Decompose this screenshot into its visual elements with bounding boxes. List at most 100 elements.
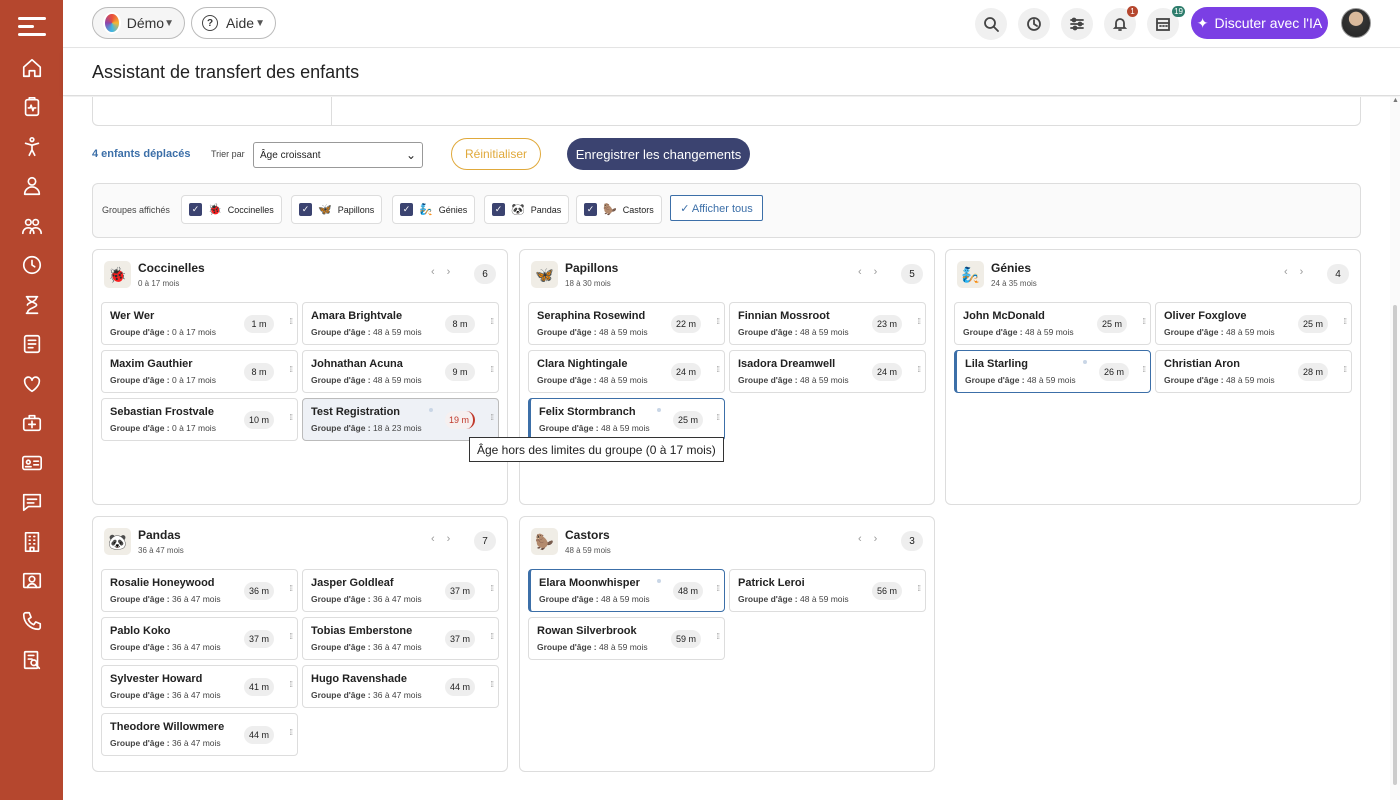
drag-handle-icon[interactable]: ⁞⁞ [1344, 365, 1348, 374]
filter-chip-pandas[interactable]: ✓ 🐼 Pandas [484, 195, 570, 224]
phone-icon[interactable] [20, 609, 44, 633]
staff-icon[interactable] [20, 174, 44, 198]
filter-chip-coccinelles[interactable]: ✓ 🐞 Coccinelles [181, 195, 282, 224]
child-card[interactable]: Amara Brightvale Groupe d'âge : 48 à 59 … [302, 302, 499, 345]
child-card[interactable]: Test Registration Groupe d'âge : 18 à 23… [302, 398, 499, 441]
drag-handle-icon[interactable]: ⁞⁞ [491, 680, 495, 689]
filter-chip-papillons[interactable]: ✓ 🦋 Papillons [291, 195, 383, 224]
help-menu[interactable]: ? Aide ▼ [191, 7, 276, 39]
drag-handle-icon[interactable]: ⁞⁞ [290, 728, 294, 737]
child-card[interactable]: Pablo Koko Groupe d'âge : 36 à 47 mois 3… [101, 617, 298, 660]
chevron-right-icon[interactable]: › [1300, 266, 1304, 278]
child-card[interactable]: Finnian Mossroot Groupe d'âge : 48 à 59 … [729, 302, 926, 345]
drag-handle-icon[interactable]: ⁞⁞ [290, 584, 294, 593]
drag-handle-icon[interactable]: ⁞⁞ [491, 632, 495, 641]
child-card[interactable]: Rowan Silverbrook Groupe d'âge : 48 à 59… [528, 617, 725, 660]
child-card[interactable]: Hugo Ravenshade Groupe d'âge : 36 à 47 m… [302, 665, 499, 708]
child-card[interactable]: Oliver Foxglove Groupe d'âge : 48 à 59 m… [1155, 302, 1352, 345]
filter-chip-genies[interactable]: ✓ 🧞 Génies [392, 195, 476, 224]
heart-icon[interactable] [20, 372, 44, 396]
child-card[interactable]: Sylvester Howard Groupe d'âge : 36 à 47 … [101, 665, 298, 708]
drag-handle-icon[interactable]: ⁞⁞ [717, 413, 721, 422]
scrollbar-thumb[interactable] [1393, 305, 1397, 785]
show-all-button[interactable]: ✓ Afficher tous [670, 195, 763, 221]
child-card[interactable]: Patrick Leroi Groupe d'âge : 48 à 59 moi… [729, 569, 926, 612]
child-card[interactable]: Lila Starling Groupe d'âge : 48 à 59 moi… [954, 350, 1151, 393]
home-icon[interactable] [20, 56, 44, 80]
child-card[interactable]: John McDonald Groupe d'âge : 48 à 59 moi… [954, 302, 1151, 345]
checklist-icon[interactable] [20, 332, 44, 356]
drag-handle-icon[interactable]: ⁞⁞ [1344, 317, 1348, 326]
child-card[interactable]: Jasper Goldleaf Groupe d'âge : 36 à 47 m… [302, 569, 499, 612]
drag-handle-icon[interactable]: ⁞⁞ [290, 680, 294, 689]
panda-icon: 🐼 [511, 204, 525, 216]
child-card[interactable]: Tobias Emberstone Groupe d'âge : 36 à 47… [302, 617, 499, 660]
history-icon[interactable] [1018, 8, 1050, 40]
save-button[interactable]: Enregistrer les changements [567, 138, 750, 170]
avatar[interactable] [1341, 8, 1371, 38]
drag-handle-icon[interactable]: ⁞⁞ [918, 584, 922, 593]
id-card-icon[interactable] [20, 451, 44, 475]
search-icon[interactable] [975, 8, 1007, 40]
users-icon[interactable] [20, 214, 44, 238]
child-card[interactable]: Johnathan Acuna Groupe d'âge : 48 à 59 m… [302, 350, 499, 393]
drag-handle-icon[interactable]: ⁞⁞ [491, 413, 495, 422]
building-icon[interactable] [20, 530, 44, 554]
scroll-up-icon[interactable]: ▲ [1392, 97, 1399, 104]
chevron-left-icon[interactable]: ‹ [431, 533, 435, 545]
reset-button[interactable]: Réinitialiser [451, 138, 541, 170]
clock-icon[interactable] [20, 253, 44, 277]
chevron-left-icon[interactable]: ‹ [1284, 266, 1288, 278]
first-aid-icon[interactable] [20, 411, 44, 435]
chevron-left-icon[interactable]: ‹ [858, 533, 862, 545]
drag-handle-icon[interactable]: ⁞⁞ [717, 365, 721, 374]
chevron-left-icon[interactable]: ‹ [858, 266, 862, 278]
chevron-right-icon[interactable]: › [874, 533, 878, 545]
profile-board-icon[interactable] [20, 569, 44, 593]
chevron-right-icon[interactable]: › [447, 533, 451, 545]
drag-handle-icon[interactable]: ⁞⁞ [491, 584, 495, 593]
child-card[interactable]: Elara Moonwhisper Groupe d'âge : 48 à 59… [528, 569, 725, 612]
child-card[interactable]: Theodore Willowmere Groupe d'âge : 36 à … [101, 713, 298, 756]
child-card[interactable]: Wer Wer Groupe d'âge : 0 à 17 mois 1 m ⁞… [101, 302, 298, 345]
child-card[interactable]: Felix Stormbranch Groupe d'âge : 48 à 59… [528, 398, 725, 441]
chevron-left-icon[interactable]: ‹ [431, 266, 435, 278]
drag-handle-icon[interactable]: ⁞⁞ [491, 365, 495, 374]
menu-icon[interactable] [17, 12, 46, 40]
drag-handle-icon[interactable]: ⁞⁞ [491, 317, 495, 326]
drag-handle-icon[interactable]: ⁞⁞ [290, 365, 294, 374]
chevron-right-icon[interactable]: › [447, 266, 451, 278]
drag-handle-icon[interactable]: ⁞⁞ [1143, 317, 1147, 326]
child-card[interactable]: Sebastian Frostvale Groupe d'âge : 0 à 1… [101, 398, 298, 441]
message-icon[interactable] [20, 490, 44, 514]
chevron-right-icon[interactable]: › [874, 266, 878, 278]
ai-chat-button[interactable]: ✦ Discuter avec l'IA [1191, 7, 1328, 39]
bell-icon[interactable]: 1 [1104, 6, 1138, 40]
drag-handle-icon[interactable]: ⁞⁞ [290, 413, 294, 422]
drag-handle-icon[interactable]: ⁞⁞ [290, 632, 294, 641]
drag-handle-icon[interactable]: ⁞⁞ [918, 317, 922, 326]
child-card[interactable]: Christian Aron Groupe d'âge : 48 à 59 mo… [1155, 350, 1352, 393]
child-card[interactable]: Seraphina Rosewind Groupe d'âge : 48 à 5… [528, 302, 725, 345]
child-icon[interactable] [20, 135, 44, 159]
scrollbar[interactable]: ▲ [1390, 97, 1400, 800]
clipboard-health-icon[interactable] [20, 95, 44, 119]
settings-sliders-icon[interactable] [1061, 8, 1093, 40]
drag-handle-icon[interactable]: ⁞⁞ [717, 632, 721, 641]
drag-handle-icon[interactable]: ⁞⁞ [1143, 365, 1147, 374]
calendar-icon[interactable]: 19 [1147, 6, 1185, 40]
report-search-icon[interactable] [20, 648, 44, 672]
drag-handle-icon[interactable]: ⁞⁞ [717, 317, 721, 326]
sort-select[interactable]: Âge croissant ⌄ [253, 142, 423, 168]
child-card[interactable]: Rosalie Honeywood Groupe d'âge : 36 à 47… [101, 569, 298, 612]
filter-chip-castors[interactable]: ✓ 🦫 Castors [576, 195, 662, 224]
drag-handle-icon[interactable]: ⁞⁞ [918, 365, 922, 374]
drag-handle-icon[interactable]: ⁞⁞ [717, 584, 721, 593]
child-card[interactable]: Clara Nightingale Groupe d'âge : 48 à 59… [528, 350, 725, 393]
child-card[interactable]: Isadora Dreamwell Groupe d'âge : 48 à 59… [729, 350, 926, 393]
hourglass-icon[interactable] [20, 293, 44, 317]
group-name: Castors [565, 528, 610, 542]
drag-handle-icon[interactable]: ⁞⁞ [290, 317, 294, 326]
child-card[interactable]: Maxim Gauthier Groupe d'âge : 0 à 17 moi… [101, 350, 298, 393]
workspace-selector[interactable]: Démo ▼ [92, 7, 185, 39]
